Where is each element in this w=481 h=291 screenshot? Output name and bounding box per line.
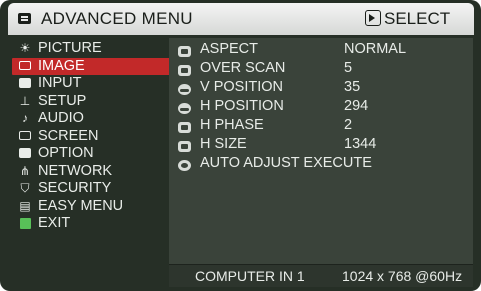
submenu-item-value: 35 bbox=[344, 79, 361, 95]
menu-title: ADVANCED MENU bbox=[41, 9, 193, 28]
menu-item-setup[interactable]: ⊥ SETUP bbox=[12, 93, 172, 111]
submenu-item-value: NORMAL bbox=[344, 41, 407, 57]
select-hint: SELECT bbox=[365, 9, 450, 29]
main-menu: ☀ PICTURE IMAGE INPUT ⊥ SETUP ♪ AUDIO SC… bbox=[12, 40, 184, 233]
input-source: COMPUTER IN 1 bbox=[195, 268, 305, 284]
security-icon: ⛉ bbox=[20, 181, 30, 195]
menu-header: ADVANCED MENU SELECT bbox=[8, 3, 474, 35]
menu-item-label: INPUT bbox=[38, 75, 82, 91]
signal-info: 1024 x 768 @60Hz bbox=[342, 268, 463, 284]
exit-icon bbox=[19, 218, 31, 229]
menu-item-network[interactable]: ⋔ NETWORK bbox=[12, 163, 172, 181]
input-icon bbox=[19, 78, 31, 89]
h-position-icon bbox=[178, 101, 191, 114]
submenu-item-h-size[interactable]: H SIZE 1344 bbox=[169, 135, 469, 154]
h-size-icon bbox=[178, 139, 191, 152]
menu-item-security[interactable]: ⛉ SECURITY bbox=[12, 180, 172, 198]
menu-item-label: PICTURE bbox=[38, 40, 102, 56]
v-position-icon bbox=[178, 82, 191, 95]
submenu-item-h-position[interactable]: H POSITION 294 bbox=[169, 97, 469, 116]
setup-icon: ⊥ bbox=[19, 93, 31, 108]
menu-item-label: IMAGE bbox=[38, 57, 85, 74]
menu-item-input[interactable]: INPUT bbox=[12, 75, 172, 93]
submenu-item-v-position[interactable]: V POSITION 35 bbox=[169, 78, 469, 97]
select-label: SELECT bbox=[384, 9, 451, 28]
submenu-item-value: 294 bbox=[344, 98, 369, 114]
menu-item-audio[interactable]: ♪ AUDIO bbox=[12, 110, 172, 128]
submenu-item-over-scan[interactable]: OVER SCAN 5 bbox=[169, 59, 469, 78]
menu-item-label: SCREEN bbox=[38, 127, 99, 144]
menu-item-label: NETWORK bbox=[38, 162, 113, 179]
submenu-item-label: H POSITION bbox=[200, 98, 284, 114]
submenu-item-label: H SIZE bbox=[200, 136, 247, 152]
easy-menu-icon: ▤ bbox=[19, 198, 31, 213]
menu-item-image[interactable]: IMAGE bbox=[12, 57, 184, 75]
submenu-item-auto-adjust[interactable]: AUTO ADJUST EXECUTE bbox=[169, 154, 469, 173]
image-icon bbox=[19, 60, 31, 72]
menu-item-easy-menu[interactable]: ▤ EASY MENU bbox=[12, 198, 172, 216]
audio-icon: ♪ bbox=[22, 111, 28, 125]
submenu-item-aspect[interactable]: ASPECT NORMAL bbox=[169, 40, 469, 59]
menu-item-label: EXIT bbox=[38, 215, 71, 231]
menu-item-picture[interactable]: ☀ PICTURE bbox=[12, 40, 172, 58]
submenu-item-label: ASPECT bbox=[200, 41, 259, 57]
h-phase-icon bbox=[178, 120, 191, 133]
select-button-icon bbox=[365, 10, 381, 26]
projector-osd: ADVANCED MENU SELECT ☀ PICTURE IMAGE INP… bbox=[0, 0, 481, 291]
auto-adjust-icon bbox=[178, 158, 191, 171]
menu-item-label: AUDIO bbox=[38, 110, 84, 126]
image-submenu: ASPECT NORMAL OVER SCAN 5 V POSITION 35 … bbox=[169, 38, 473, 286]
menu-item-exit[interactable]: EXIT bbox=[12, 215, 172, 233]
submenu-item-h-phase[interactable]: H PHASE 2 bbox=[169, 116, 469, 135]
menu-item-label: SECURITY bbox=[38, 180, 112, 196]
screen-icon bbox=[19, 130, 31, 142]
option-icon bbox=[19, 148, 31, 159]
submenu-item-label: H PHASE bbox=[200, 117, 264, 133]
menu-item-option[interactable]: OPTION bbox=[12, 145, 172, 163]
menu-item-screen[interactable]: SCREEN bbox=[12, 128, 172, 146]
submenu-item-value: 1344 bbox=[344, 136, 377, 152]
submenu-item-label: AUTO ADJUST EXECUTE bbox=[200, 155, 372, 171]
input-status-bar: COMPUTER IN 1 1024 x 768 @60Hz bbox=[169, 264, 473, 287]
menu-item-label: EASY MENU bbox=[38, 197, 124, 214]
menu-item-label: SETUP bbox=[38, 92, 87, 109]
menu-item-label: OPTION bbox=[38, 145, 94, 161]
aspect-icon bbox=[178, 44, 191, 57]
menu-icon bbox=[18, 13, 31, 24]
submenu-item-value: 5 bbox=[344, 60, 353, 76]
submenu-item-value: 2 bbox=[344, 117, 353, 133]
picture-icon: ☀ bbox=[19, 41, 31, 55]
over-scan-icon bbox=[178, 63, 191, 76]
submenu-item-label: OVER SCAN bbox=[200, 60, 286, 76]
submenu-item-label: V POSITION bbox=[200, 79, 283, 95]
network-icon: ⋔ bbox=[19, 163, 31, 178]
